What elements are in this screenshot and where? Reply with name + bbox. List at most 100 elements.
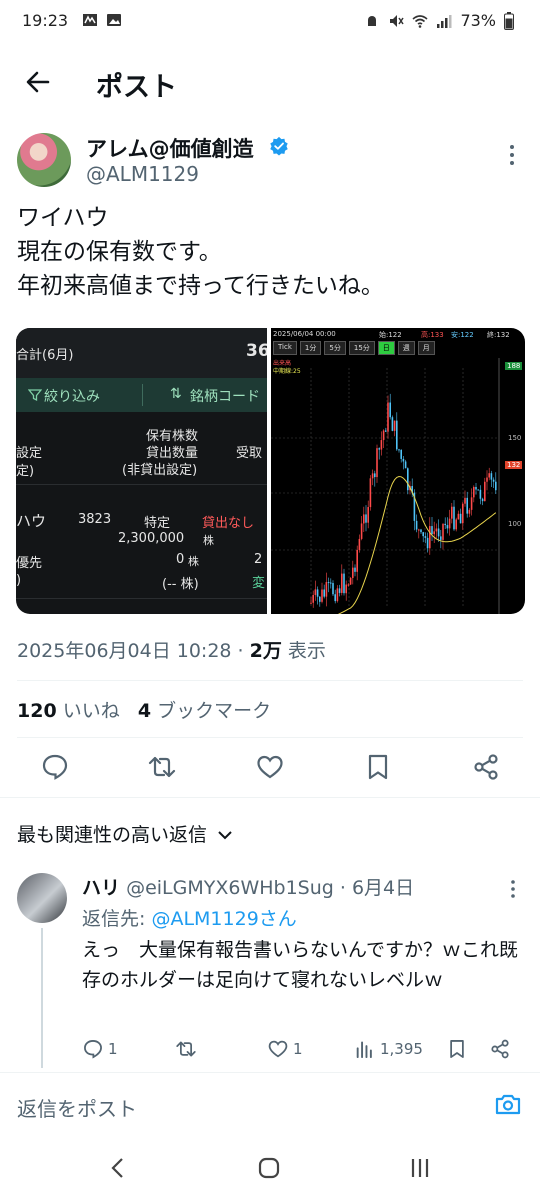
share-icon [491,1039,509,1059]
bookmarks-stat[interactable]: 4 ブックマーク [138,700,271,722]
battery-percent: 73% [460,11,496,30]
reply-to-line: 返信先: @ALM1129さん [82,904,297,931]
chart-high: 高:133 [421,331,444,339]
verified-badge-icon [270,136,288,156]
mute-icon [390,14,405,27]
price-label-close: 132 [505,461,523,469]
views-icon [356,1041,372,1059]
right-fragment-a: 2 [254,552,263,567]
post-text: ワイハウ 現在の保有数です。 年初来高値まで持って行きたいね。 [17,205,384,299]
bookmarks-count: 4 [137,700,152,722]
reply-to-label: 返信先: [82,908,146,930]
divider [0,797,540,798]
bookmark-icon [450,1040,464,1058]
chart-tab: 15分 [348,341,375,355]
status-bar: 19:23 73% [0,0,540,44]
right-fragment-b: 変 [252,576,266,591]
reply-repost-button[interactable] [175,1038,197,1060]
chart-close: 終:132 [487,331,510,339]
post-meta: 2025年06月04日 10:28 · 2万 表示 [17,640,326,662]
like-icon [268,1040,288,1058]
chart-open: 始:122 [379,331,402,339]
chevron-down-icon [218,831,232,840]
paren-label: ) [16,573,22,588]
post-stats: 120 いいね 4 ブックマーク [17,696,271,723]
sort-arrows-icon: ⇅ [170,386,182,402]
reply-views-button[interactable]: 1,395 [354,1038,423,1060]
author-handle[interactable]: @ALM1129 [86,162,199,186]
more-options-icon[interactable] [502,142,522,168]
likes-count: 120 [17,700,57,722]
lending-status: 貸出なし [202,516,255,531]
price-label-high: 188 [505,362,523,370]
nav-recents-icon[interactable] [408,1156,432,1180]
reply-compose-input[interactable]: 返信をポスト [17,1093,137,1122]
author-name[interactable]: アレム@価値創造 [86,133,254,163]
views-count: 2万 [249,640,282,662]
reply-share-button[interactable] [489,1038,511,1060]
chart-tab: 週 [397,341,415,355]
reply-more-icon[interactable] [504,878,522,900]
likes-stat[interactable]: 120 いいね [17,700,120,722]
account-type: 特定 [144,516,171,531]
chart-low: 安:122 [451,331,474,339]
repost-icon[interactable] [147,752,177,782]
wifi-icon [412,14,428,28]
reply-author[interactable]: ハリ @eiLGMYX6WHb1Sug · 6月4日 [82,873,414,900]
price-label-100: 100 [508,520,522,528]
reply-bookmark-button[interactable] [446,1038,468,1060]
chart-tab: 日 [377,341,395,355]
reply-to-handle[interactable]: @ALM1129さん [151,908,296,930]
reply-reply-button[interactable]: 1 [82,1038,118,1060]
status-time: 19:23 [22,11,69,30]
reply-views-count: 1,395 [380,1040,423,1058]
stock-code: 3823 [78,512,112,527]
post-timestamp: 2025年06月04日 10:28 [17,640,232,662]
post-image-holdings[interactable]: 合計(6月) 36 絞り込み ⇅ 銘柄コード 設定 定) 保有株数 貸出数量 (… [16,328,267,614]
system-nav-bar [0,1138,540,1199]
back-arrow-icon[interactable] [20,64,56,100]
alarm-icon [368,15,377,26]
author-avatar[interactable] [17,133,71,187]
shares-unit: 株 [203,534,214,547]
divider [17,737,523,738]
priority-label: 優先 [16,556,43,571]
like-icon[interactable] [255,752,285,782]
col1-b: 定) [16,464,35,479]
stock-name: ハウ [16,512,47,530]
col1-a: 設定 [16,446,43,461]
reply-avatar[interactable] [17,873,67,923]
signal-icon [437,14,452,28]
thread-line [41,928,43,1068]
nav-home-icon[interactable] [257,1156,281,1180]
chart-tab: 月 [417,341,435,355]
chart-tabs: Tick 1分 5分 15分日週月 [273,341,435,355]
repost-icon [176,1041,196,1057]
camera-icon[interactable] [494,1090,522,1118]
paren-value: (-- 株) [162,577,199,592]
chart-date: 2025/06/04 00:00 [273,330,336,338]
col2-c: (非貸出設定) [122,463,198,478]
likes-label: いいね [62,700,120,722]
zero-shares: 0 [176,552,185,567]
bookmark-icon[interactable] [363,752,393,782]
reply-like-button[interactable]: 1 [267,1038,303,1060]
filter-icon [28,389,42,402]
divider [17,680,523,681]
reply-handle-date: @eiLGMYX6WHb1Sug · 6月4日 [126,877,415,899]
nav-back-icon[interactable] [108,1156,128,1180]
reply-icon[interactable] [40,752,70,782]
post-image-chart[interactable]: 2025/06/04 00:00 始:122 高:133 安:122 終:132… [271,328,525,614]
chart-tab: Tick [273,341,297,355]
reply-name: ハリ [82,877,121,899]
chart-tab: 1分 [299,341,322,355]
candlestick-plot [271,358,500,614]
share-icon[interactable] [471,752,501,782]
divider [0,1072,540,1073]
reply-like-count: 1 [293,1040,303,1058]
reply-icon [84,1040,102,1059]
page-title: ポスト [96,72,177,103]
chart-tab: 5分 [324,341,346,355]
col3: 受取 [236,446,263,461]
sort-replies-dropdown[interactable]: 最も関連性の高い返信 [17,820,233,847]
